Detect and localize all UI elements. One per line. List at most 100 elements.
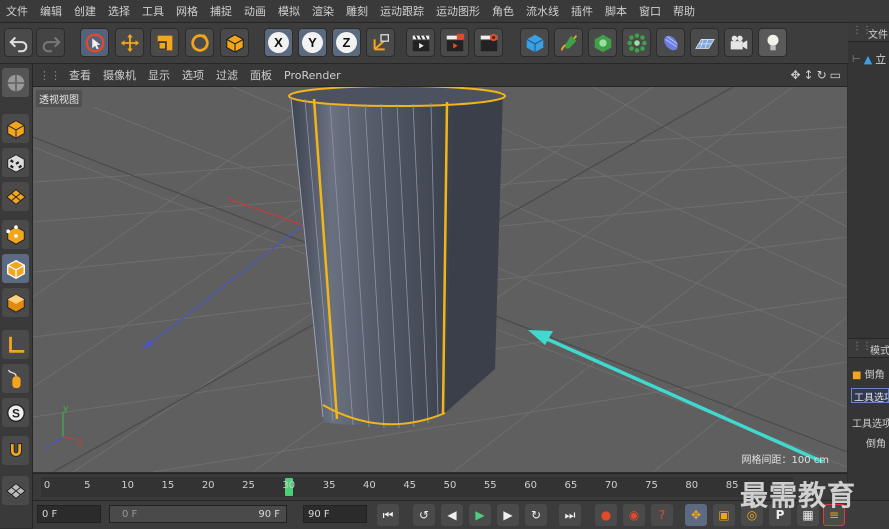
redo-button[interactable] bbox=[36, 28, 65, 57]
tweak-mode-button[interactable] bbox=[2, 364, 29, 393]
render-settings-button[interactable] bbox=[474, 28, 503, 57]
menu-sculpt[interactable]: 雕刻 bbox=[340, 3, 374, 19]
lock-x-axis-button[interactable]: X bbox=[264, 28, 293, 57]
keyframe-selection-button[interactable]: ? bbox=[651, 504, 673, 526]
menu-tools[interactable]: 工具 bbox=[136, 3, 170, 19]
timeline-track[interactable]: 0 5 10 15 20 25 30 35 40 45 50 55 60 65 70 75 80 85 bbox=[41, 477, 793, 497]
viewport-menu-filter[interactable]: 过滤 bbox=[210, 67, 244, 83]
perspective-viewport[interactable]: y z x 透视视图 网格间距：100 cm bbox=[33, 87, 847, 472]
points-mode-button[interactable] bbox=[2, 220, 29, 249]
add-mograph-button[interactable] bbox=[622, 28, 651, 57]
viewport-menu-panel[interactable]: 面板 bbox=[244, 67, 278, 83]
attribute-mode-menu[interactable]: 模式 bbox=[870, 342, 889, 357]
menu-edit[interactable]: 编辑 bbox=[34, 3, 68, 19]
add-camera-button[interactable] bbox=[724, 28, 753, 57]
object-manager-menu-file[interactable]: 文件 bbox=[868, 26, 888, 41]
add-deformer-button[interactable] bbox=[656, 28, 685, 57]
next-key-button[interactable]: ↻ bbox=[525, 504, 547, 526]
add-cube-button[interactable] bbox=[520, 28, 549, 57]
scale-tool-button[interactable] bbox=[150, 28, 179, 57]
solo-mode-button[interactable]: S bbox=[2, 398, 29, 427]
previous-key-button[interactable]: ↺ bbox=[413, 504, 435, 526]
menu-file[interactable]: 文件 bbox=[0, 3, 34, 19]
start-frame-field[interactable]: 0 F bbox=[37, 505, 101, 523]
axis-mode-button[interactable] bbox=[2, 330, 29, 359]
next-frame-icon: ▶ bbox=[503, 508, 513, 522]
timeline-tick-label: 0 bbox=[43, 480, 51, 491]
texture-mode-button[interactable] bbox=[2, 148, 29, 177]
pan-icon[interactable]: ✥ bbox=[790, 68, 800, 82]
right-side-panel: ⋮⋮ 文件 ⊢ ▲ 立 ⋮⋮ 模式 ■ 倒角 工具选项 工具选项 倒角 bbox=[848, 23, 889, 528]
add-generator-button[interactable] bbox=[588, 28, 617, 57]
menu-plugins[interactable]: 插件 bbox=[565, 3, 599, 19]
lock-y-axis-button[interactable]: Y bbox=[298, 28, 327, 57]
next-frame-button[interactable]: ▶ bbox=[497, 504, 519, 526]
render-view-button[interactable] bbox=[406, 28, 435, 57]
menu-window[interactable]: 窗口 bbox=[633, 3, 667, 19]
cloner-icon bbox=[626, 32, 647, 53]
zoom-icon[interactable]: ↕ bbox=[804, 68, 814, 82]
menu-mograph[interactable]: 运动图形 bbox=[430, 3, 486, 19]
menu-select[interactable]: 选择 bbox=[102, 3, 136, 19]
make-editable-button[interactable] bbox=[2, 68, 29, 97]
go-to-end-button[interactable]: ⏭ bbox=[559, 504, 581, 526]
menu-simulate[interactable]: 模拟 bbox=[272, 3, 306, 19]
polygons-mode-button[interactable] bbox=[2, 288, 29, 317]
key-position-button[interactable]: ✥ bbox=[685, 504, 707, 526]
end-frame-field[interactable]: 90 F bbox=[303, 505, 367, 523]
key-scale-button[interactable]: ▣ bbox=[713, 504, 735, 526]
viewport-menu-display[interactable]: 显示 bbox=[142, 67, 176, 83]
viewport-menu-view[interactable]: 查看 bbox=[63, 67, 97, 83]
add-light-button[interactable] bbox=[758, 28, 787, 57]
menu-render[interactable]: 渲染 bbox=[306, 3, 340, 19]
axis-l-icon bbox=[8, 336, 24, 353]
timeline-tick-label: 75 bbox=[645, 480, 658, 491]
add-floor-button[interactable] bbox=[690, 28, 719, 57]
edges-cube-icon bbox=[6, 259, 25, 279]
maximize-icon[interactable]: ▭ bbox=[830, 68, 841, 82]
menu-create[interactable]: 创建 bbox=[68, 3, 102, 19]
workplane-lock-button[interactable] bbox=[2, 476, 29, 505]
rotate-tool-button[interactable] bbox=[185, 28, 214, 57]
menu-pipeline[interactable]: 流水线 bbox=[520, 3, 565, 19]
timeline-tick-label: 25 bbox=[242, 480, 255, 491]
menu-script[interactable]: 脚本 bbox=[599, 3, 633, 19]
menu-snap[interactable]: 捕捉 bbox=[204, 3, 238, 19]
timeline-ruler[interactable]: 0 5 10 15 20 25 30 35 40 45 50 55 60 65 70 75 80 85 bbox=[33, 473, 847, 500]
menu-help[interactable]: 帮助 bbox=[667, 3, 701, 19]
orbit-icon[interactable]: ↻ bbox=[817, 68, 827, 82]
recent-tool-button[interactable] bbox=[220, 28, 249, 57]
move-tool-button[interactable] bbox=[115, 28, 144, 57]
clapboard-gear-icon bbox=[480, 33, 497, 51]
workplane-mode-button[interactable] bbox=[2, 182, 29, 211]
coordinate-system-button[interactable] bbox=[366, 28, 395, 57]
frame-range-slider[interactable]: 0 F 90 F bbox=[109, 505, 287, 523]
undo-button[interactable] bbox=[4, 28, 33, 57]
menu-animate[interactable]: 动画 bbox=[238, 3, 272, 19]
snap-button[interactable] bbox=[2, 436, 29, 465]
tool-options-tab[interactable]: 工具选项 bbox=[851, 388, 889, 403]
timeline-tick-label: 15 bbox=[161, 480, 175, 491]
bevel-mode-label: 倒角 bbox=[866, 439, 886, 450]
add-spline-button[interactable] bbox=[554, 28, 583, 57]
go-to-start-button[interactable]: ⏮ bbox=[377, 504, 399, 526]
timeline-tick-label: 55 bbox=[483, 480, 497, 491]
autokey-button[interactable]: ◉ bbox=[623, 504, 645, 526]
lock-z-axis-button[interactable]: Z bbox=[332, 28, 361, 57]
live-selection-button[interactable] bbox=[80, 28, 109, 57]
play-button[interactable]: ▶ bbox=[469, 504, 491, 526]
viewport-menu-camera[interactable]: 摄像机 bbox=[97, 67, 142, 83]
previous-frame-button[interactable]: ◀ bbox=[441, 504, 463, 526]
viewport-menu-options[interactable]: 选项 bbox=[176, 67, 210, 83]
menu-character[interactable]: 角色 bbox=[486, 3, 520, 19]
record-keyframes-button[interactable]: ● bbox=[595, 504, 617, 526]
model-mode-button[interactable] bbox=[2, 114, 29, 143]
viewport-scene: y z x bbox=[33, 87, 847, 472]
viewport-menu-prorender[interactable]: ProRender bbox=[278, 69, 347, 82]
edges-mode-button[interactable] bbox=[2, 254, 29, 283]
menu-mesh[interactable]: 网格 bbox=[170, 3, 204, 19]
cylinder-object[interactable] bbox=[288, 87, 506, 429]
object-list-item[interactable]: ⊢ ▲ 立 bbox=[852, 51, 889, 67]
render-to-picture-viewer-button[interactable] bbox=[440, 28, 469, 57]
menu-motion-tracking[interactable]: 运动跟踪 bbox=[374, 3, 430, 19]
